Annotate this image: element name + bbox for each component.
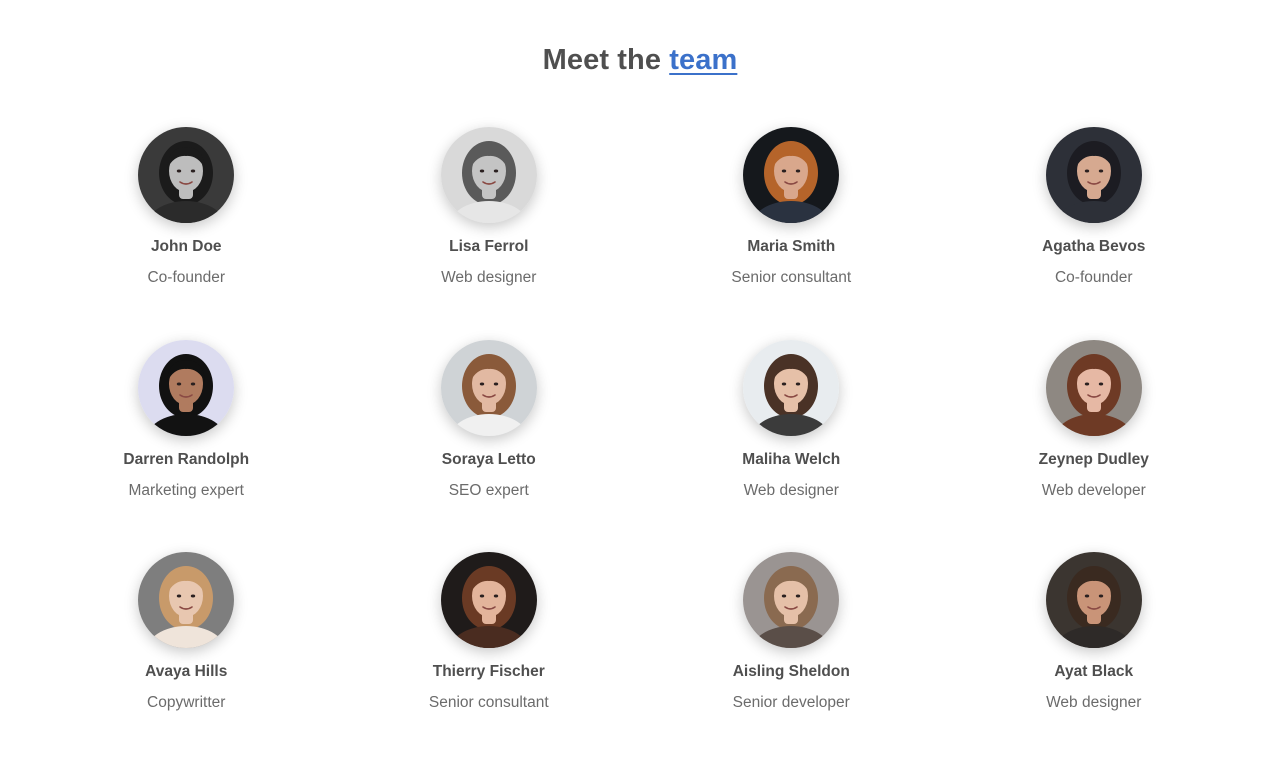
team-member-card: Darren Randolph Marketing expert: [35, 339, 338, 553]
team-member-card: Agatha Bevos Co-founder: [943, 127, 1246, 340]
avatar: [138, 339, 235, 436]
member-name: Maria Smith: [747, 238, 836, 255]
team-grid: John Doe Co-founder Lisa Ferrol Web desi…: [35, 127, 1245, 765]
member-role: Co-founder: [1054, 269, 1133, 286]
member-name: Maliha Welch: [742, 450, 841, 468]
person-photo-icon: [440, 552, 537, 648]
avatar: [138, 127, 235, 223]
person-photo-icon: [743, 127, 840, 223]
avatar: [1045, 552, 1142, 648]
person-photo-icon: [138, 339, 235, 436]
person-photo-icon: [743, 552, 840, 648]
member-name: Lisa Ferrol: [449, 238, 529, 255]
member-role: Web designer: [441, 269, 537, 286]
member-role: Copywritter: [147, 694, 226, 711]
team-member-card: Maria Smith Senior consultant: [640, 127, 943, 340]
team-link[interactable]: team: [669, 44, 737, 76]
person-photo-icon: [1045, 339, 1142, 436]
member-role: Senior consultant: [731, 269, 852, 286]
team-member-card: Zeynep Dudley Web developer: [943, 339, 1246, 553]
avatar: [1045, 339, 1142, 436]
person-photo-icon: [440, 339, 537, 436]
member-role: Web designer: [743, 481, 839, 499]
member-name: Thierry Fischer: [432, 663, 545, 680]
person-photo-icon: [743, 339, 840, 436]
team-member-card: Soraya Letto SEO expert: [338, 339, 641, 553]
person-photo-icon: [1045, 127, 1142, 223]
avatar: [440, 339, 537, 436]
team-member-card: Ayat Black Web designer: [943, 552, 1246, 765]
avatar: [138, 552, 235, 648]
avatar: [1045, 127, 1142, 223]
person-photo-icon: [1045, 552, 1142, 648]
member-name: John Doe: [150, 238, 222, 255]
avatar: [440, 552, 537, 648]
avatar: [743, 339, 840, 436]
team-member-card: John Doe Co-founder: [35, 127, 338, 340]
team-member-card: Aisling Sheldon Senior developer: [640, 552, 943, 765]
team-member-card: Maliha Welch Web designer: [640, 339, 943, 553]
member-role: Senior developer: [732, 694, 850, 711]
team-member-card: Lisa Ferrol Web designer: [338, 127, 641, 340]
person-photo-icon: [138, 552, 235, 648]
member-role: Co-founder: [147, 269, 226, 286]
person-photo-icon: [138, 127, 235, 223]
avatar: [440, 127, 537, 223]
member-role: Web developer: [1041, 481, 1146, 499]
title-prefix: Meet the: [542, 44, 670, 76]
member-name: Avaya Hills: [145, 663, 228, 680]
member-role: SEO expert: [448, 481, 529, 499]
member-role: Marketing expert: [128, 481, 244, 499]
member-name: Soraya Letto: [441, 450, 536, 468]
member-name: Zeynep Dudley: [1038, 450, 1149, 468]
member-name: Agatha Bevos: [1042, 238, 1146, 255]
avatar: [743, 127, 840, 223]
team-member-card: Thierry Fischer Senior consultant: [338, 552, 641, 765]
member-role: Web designer: [1046, 694, 1142, 711]
avatar: [743, 552, 840, 648]
member-name: Ayat Black: [1054, 663, 1134, 680]
team-member-card: Avaya Hills Copywritter: [35, 552, 338, 765]
member-name: Aisling Sheldon: [732, 663, 850, 680]
page-title: Meet the team: [0, 44, 1280, 77]
member-name: Darren Randolph: [123, 450, 250, 468]
member-role: Senior consultant: [428, 694, 549, 711]
person-photo-icon: [440, 127, 537, 223]
